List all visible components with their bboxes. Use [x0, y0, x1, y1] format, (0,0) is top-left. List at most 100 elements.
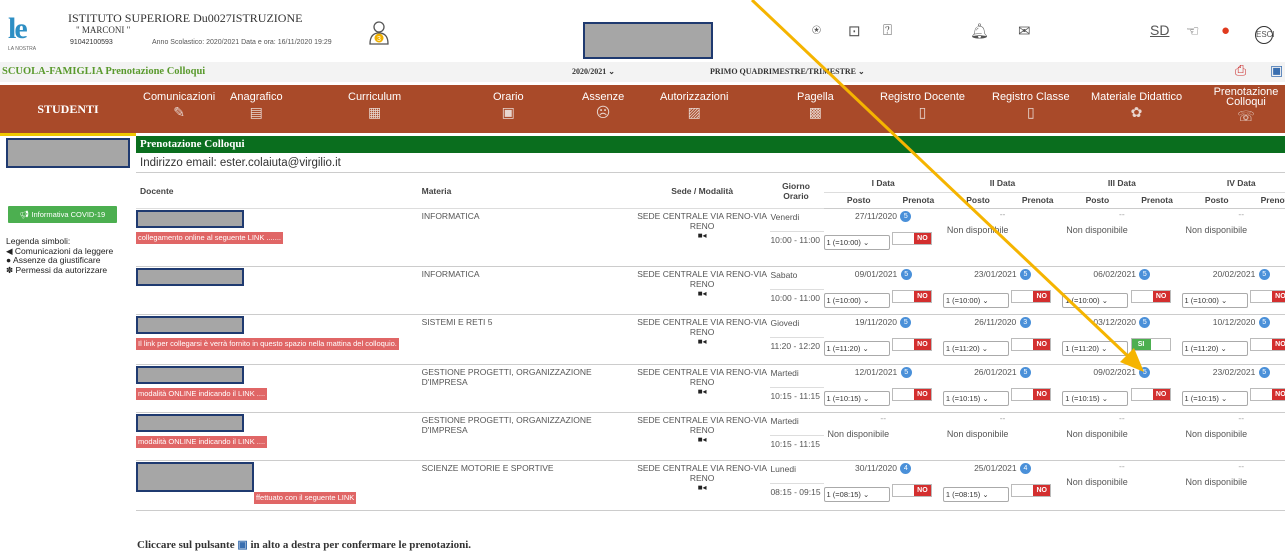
slot-cell: 27/11/2020 5 1 (=10:00) ⌄ NO: [823, 208, 943, 267]
nav-autorizzazioni[interactable]: Autorizzazioni ▨: [660, 91, 728, 121]
prenota-toggle[interactable]: NO: [1249, 289, 1285, 303]
prenota-toggle[interactable]: NO: [1011, 289, 1052, 303]
posto-select[interactable]: 1 (=10:15) ⌄: [1181, 390, 1248, 406]
prenota-toggle[interactable]: NO: [1249, 387, 1285, 401]
teacher-note[interactable]: Il link per collegarsi è verrà fornito i…: [136, 337, 399, 350]
nav-anagrafico[interactable]: Anagrafico ▤: [230, 91, 283, 121]
save-icon[interactable]: ▣: [1270, 62, 1283, 79]
sede-text: SEDE CENTRALE VIA RENO-VIA RENO: [637, 366, 768, 387]
slot-count-badge: 5: [1258, 268, 1270, 280]
posto-select[interactable]: 1 (=10:00) ⌄: [1181, 292, 1248, 308]
slot-dash: --: [999, 208, 1006, 219]
slot-unavailable: -- Non disponibile: [1181, 412, 1285, 461]
slot-cell: 23/01/2021 5 1 (=10:00) ⌄ NO: [942, 266, 1063, 315]
year-info: Anno Scolastico: 2020/2021 Data e ora: 1…: [152, 39, 332, 46]
slot-date: 26/01/2021 5: [943, 365, 1062, 383]
posto-select[interactable]: 1 (=10:00) ⌄: [942, 292, 1009, 308]
sede-cell: SEDE CENTRALE VIA RENO-VIA RENO ■◂: [635, 208, 769, 267]
sd-icon[interactable]: SD: [1150, 22, 1169, 38]
mail-icon[interactable]: ✉: [1018, 22, 1031, 40]
app-icon[interactable]: ●: [1221, 22, 1230, 39]
teacher-note[interactable]: modalità ONLINE indicando il LINK ....: [136, 387, 268, 400]
posto-select[interactable]: 1 (=10:00) ⌄: [823, 234, 890, 250]
nav-curriculum[interactable]: Curriculum ▦: [348, 91, 401, 121]
posto-value: 1 (=10:00): [1065, 295, 1100, 305]
posto-select[interactable]: 1 (=08:15) ⌄: [942, 486, 1009, 502]
posto-select[interactable]: 1 (=10:00) ⌄: [1062, 292, 1129, 308]
esc-icon[interactable]: ESCI: [1255, 26, 1275, 44]
redacted-user-name: [583, 22, 713, 59]
help-circle-icon[interactable]: ⍟: [812, 22, 821, 39]
context-bar: SCUOLA-FAMIGLIA Prenotazione Colloqui 20…: [0, 62, 1285, 82]
posto-select[interactable]: 1 (=10:15) ⌄: [1062, 390, 1129, 406]
school-subtitle: " MARCONI ": [76, 25, 131, 35]
posto-select[interactable]: 1 (=10:00) ⌄: [823, 292, 890, 308]
redacted-student-name: [6, 138, 130, 168]
calendar-icon: ▣: [501, 104, 515, 120]
prenota-toggle[interactable]: NO: [1011, 387, 1052, 401]
lock-icon[interactable]: ⊡: [848, 22, 861, 40]
posto-select[interactable]: 1 (=11:20) ⌄: [823, 340, 890, 356]
prenota-toggle[interactable]: NO: [891, 387, 932, 401]
nav-label: Orario: [493, 91, 524, 103]
nav-registro-classe[interactable]: Registro Classe ▯: [992, 91, 1070, 121]
prenota-toggle[interactable]: NO: [891, 483, 932, 497]
prenota-toggle[interactable]: NO: [891, 231, 932, 245]
nav-prenotazione-colloqui[interactable]: Prenotazione Colloqui ☏: [1211, 87, 1281, 125]
teacher-note[interactable]: collegamento online al seguente LINK ...…: [136, 231, 284, 244]
nav-comunicazioni[interactable]: Comunicazioni ✎: [143, 91, 215, 121]
prenota-toggle[interactable]: NO: [1011, 337, 1052, 351]
slot-count-badge: 5: [1019, 366, 1031, 378]
user-avatar-icon[interactable]: 3: [368, 20, 390, 46]
slot-unavailable: -- Non disponibile: [1181, 208, 1285, 267]
posto-select[interactable]: 1 (=10:15) ⌄: [823, 390, 890, 406]
prenota-toggle[interactable]: NO: [1130, 289, 1171, 303]
school-name: ISTITUTO SUPERIORE Du0027ISTRUZIONE " MA…: [68, 12, 302, 36]
nav-pagella[interactable]: Pagella ▩: [797, 91, 834, 121]
legend-item: ✽ Permessi da autorizzare: [6, 265, 113, 276]
prenota-toggle[interactable]: NO: [891, 289, 932, 303]
posto-select[interactable]: 1 (=08:15) ⌄: [823, 486, 890, 502]
posto-select[interactable]: 1 (=11:20) ⌄: [1062, 340, 1129, 356]
prenota-toggle[interactable]: NO: [891, 337, 932, 351]
giorno-cell: Lunedi 08:15 - 09:15: [768, 460, 824, 511]
slot-count-badge: 5: [1139, 366, 1151, 378]
year-select[interactable]: 2020/2021 ⌄: [572, 67, 615, 76]
posto-select[interactable]: 1 (=11:20) ⌄: [942, 340, 1009, 356]
prenota-toggle[interactable]: SI: [1130, 337, 1171, 351]
slot-date-text: 26/01/2021: [974, 366, 1017, 377]
slot-date-text: 19/11/2020: [855, 316, 897, 327]
toggle-knob: [1150, 338, 1170, 350]
nav-studenti[interactable]: STUDENTI: [0, 85, 136, 133]
covid-info-button[interactable]: 📢︎ Informativa COVID-19: [8, 206, 117, 223]
redacted-teacher-name: [136, 315, 244, 334]
slot-cell: 09/02/2021 5 1 (=10:15) ⌄ NO: [1062, 364, 1182, 413]
nav-materiale-didattico[interactable]: Materiale Didattico ✿: [1091, 91, 1182, 121]
prenota-toggle[interactable]: NO: [1011, 483, 1052, 497]
col-prenota: Prenota: [1013, 192, 1063, 209]
hand-icon[interactable]: ☜: [1186, 22, 1199, 40]
teacher-note[interactable]: modalità ONLINE indicando il LINK ....: [136, 435, 268, 448]
materia-cell: SCIENZE MOTORIE E SPORTIVE: [421, 460, 636, 511]
nav-orario[interactable]: Orario ▣: [493, 91, 524, 121]
table-row: ffettuato con il seguente LINK SCIENZE MO…: [136, 460, 1285, 511]
pdf-icon[interactable]: ⎙: [1235, 62, 1246, 79]
prenota-toggle[interactable]: NO: [1130, 387, 1171, 401]
not-available-label: Non disponibile: [946, 428, 1009, 439]
slot-date: 10/12/2020 5: [1182, 315, 1285, 333]
teacher-note[interactable]: ffettuato con il seguente LINK: [254, 491, 357, 504]
redacted-teacher-name: [136, 413, 244, 432]
nav-assenze[interactable]: Assenze ☹: [582, 91, 624, 121]
slot-dash: --: [880, 412, 887, 423]
bell-icon[interactable]: 🔔︎: [970, 22, 989, 40]
slot-cell: 09/01/2021 5 1 (=10:00) ⌄ NO: [823, 266, 943, 315]
posto-select[interactable]: 1 (=10:15) ⌄: [942, 390, 1009, 406]
posto-select[interactable]: 1 (=11:20) ⌄: [1181, 340, 1248, 356]
period-select[interactable]: PRIMO QUADRIMESTRE/TRIMESTRE ⌄: [710, 67, 865, 76]
prenota-toggle[interactable]: NO: [1249, 337, 1285, 351]
question-icon[interactable]: ⍰: [883, 22, 892, 39]
slot-date: 23/02/2021 5: [1182, 365, 1285, 383]
chevron-down-icon: ⌄: [981, 343, 989, 353]
time-label: 10:00 - 11:00: [770, 230, 824, 246]
nav-registro-docente[interactable]: Registro Docente ▯: [880, 91, 965, 121]
